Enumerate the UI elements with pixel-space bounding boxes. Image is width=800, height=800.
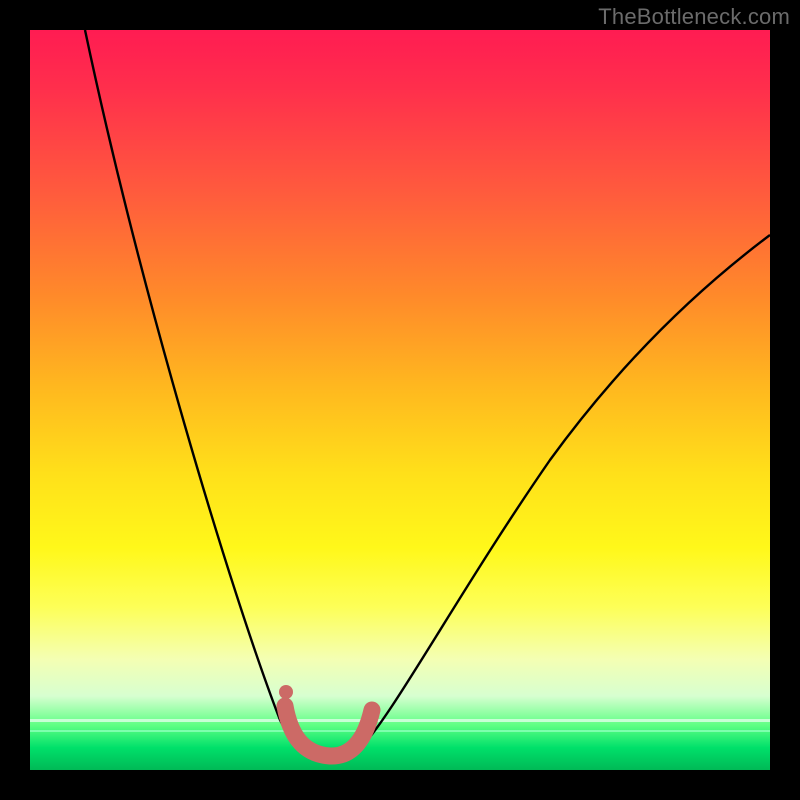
bottom-u-accent xyxy=(285,706,372,756)
curve-right xyxy=(360,235,770,748)
watermark-text: TheBottleneck.com xyxy=(598,4,790,30)
plot-area xyxy=(30,30,770,770)
curve-left xyxy=(85,30,312,750)
accent-dot xyxy=(279,685,293,699)
curve-overlay xyxy=(30,30,770,770)
